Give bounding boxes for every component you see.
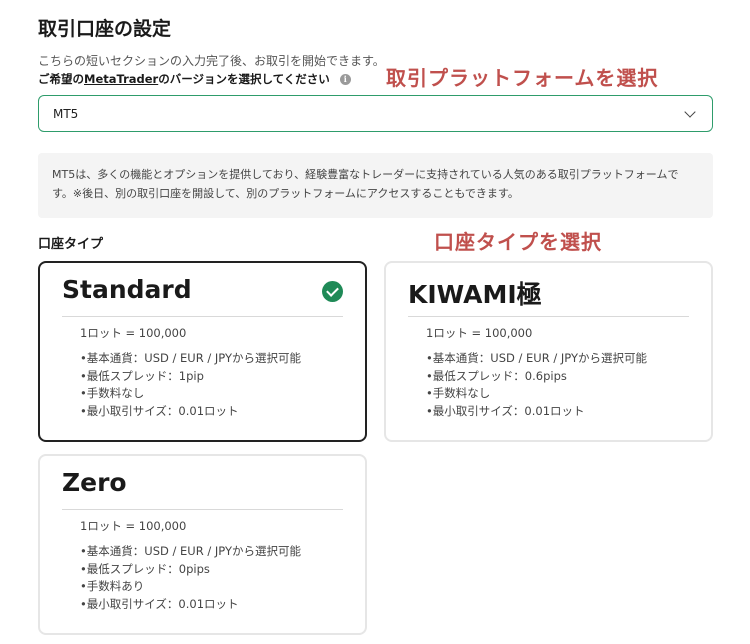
platform-description: MT5は、多くの機能とオプションを提供しており、経験豊富なトレーダーに支持されて… bbox=[38, 153, 713, 218]
card-feature-item: •最小取引サイズ：0.01ロット bbox=[80, 596, 239, 611]
page-title: 取引口座の設定 bbox=[38, 18, 172, 40]
metatrader-link[interactable]: MetaTrader bbox=[84, 72, 158, 86]
card-feature-item: •最低スプレッド：0.6pips bbox=[426, 368, 567, 383]
account-card-standard[interactable]: Standard 1ロット = 100,000 •基本通貨：USD / EUR … bbox=[38, 261, 367, 442]
card-feature-item: •基本通貨：USD / EUR / JPYから選択可能 bbox=[80, 544, 301, 558]
version-label: ご希望の MetaTrader のバージョンを選択してください i bbox=[38, 71, 351, 87]
version-label-prefix: ご希望の bbox=[38, 72, 84, 86]
card-feature-item: •手数料なし bbox=[80, 386, 145, 400]
account-card-kiwami[interactable]: KIWAMI極 1ロット = 100,000 •基本通貨：USD / EUR /… bbox=[384, 261, 713, 442]
card-feature-item: •基本通貨：USD / EUR / JPYから選択可能 bbox=[426, 351, 647, 365]
chevron-down-icon bbox=[684, 105, 696, 118]
card-features: •基本通貨：USD / EUR / JPYから選択可能 •最低スプレッド：0pi… bbox=[80, 543, 301, 613]
card-feature-item: •基本通貨：USD / EUR / JPYから選択可能 bbox=[80, 351, 301, 365]
card-lot-size: 1ロット = 100,000 bbox=[80, 519, 187, 533]
card-lot-size: 1ロット = 100,000 bbox=[80, 326, 187, 340]
card-divider bbox=[62, 509, 343, 510]
card-features: •基本通貨：USD / EUR / JPYから選択可能 •最低スプレッド：0.6… bbox=[426, 350, 647, 420]
check-circle-icon bbox=[322, 281, 343, 302]
version-label-suffix: のバージョンを選択してください bbox=[158, 72, 330, 86]
card-feature-item: •手数料なし bbox=[426, 386, 491, 400]
annotation-select-platform: 取引プラットフォームを選択 bbox=[386, 66, 659, 90]
card-title: KIWAMI極 bbox=[408, 280, 542, 309]
card-feature-item: •最小取引サイズ：0.01ロット bbox=[426, 403, 585, 418]
card-divider bbox=[408, 316, 689, 317]
card-feature-item: •最低スプレッド：1pip bbox=[80, 368, 204, 383]
card-feature-item: •最低スプレッド：0pips bbox=[80, 561, 210, 576]
card-lot-size: 1ロット = 100,000 bbox=[426, 326, 533, 340]
intro-text: こちらの短いセクションの入力完了後、お取引を開始できます。 bbox=[38, 54, 385, 68]
platform-select[interactable]: MT5 bbox=[38, 95, 713, 132]
account-card-zero[interactable]: Zero 1ロット = 100,000 •基本通貨：USD / EUR / JP… bbox=[38, 454, 367, 635]
card-title: Standard bbox=[62, 275, 192, 304]
info-icon[interactable]: i bbox=[339, 73, 351, 85]
card-features: •基本通貨：USD / EUR / JPYから選択可能 •最低スプレッド：1pi… bbox=[80, 350, 301, 420]
card-feature-item: •最小取引サイズ：0.01ロット bbox=[80, 403, 239, 418]
card-title: Zero bbox=[62, 468, 127, 497]
card-feature-item: •手数料あり bbox=[80, 579, 145, 593]
annotation-select-account-type: 口座タイプを選択 bbox=[434, 230, 602, 254]
platform-select-value: MT5 bbox=[53, 106, 79, 121]
card-divider bbox=[62, 316, 343, 317]
account-type-label: 口座タイプ bbox=[38, 237, 104, 252]
